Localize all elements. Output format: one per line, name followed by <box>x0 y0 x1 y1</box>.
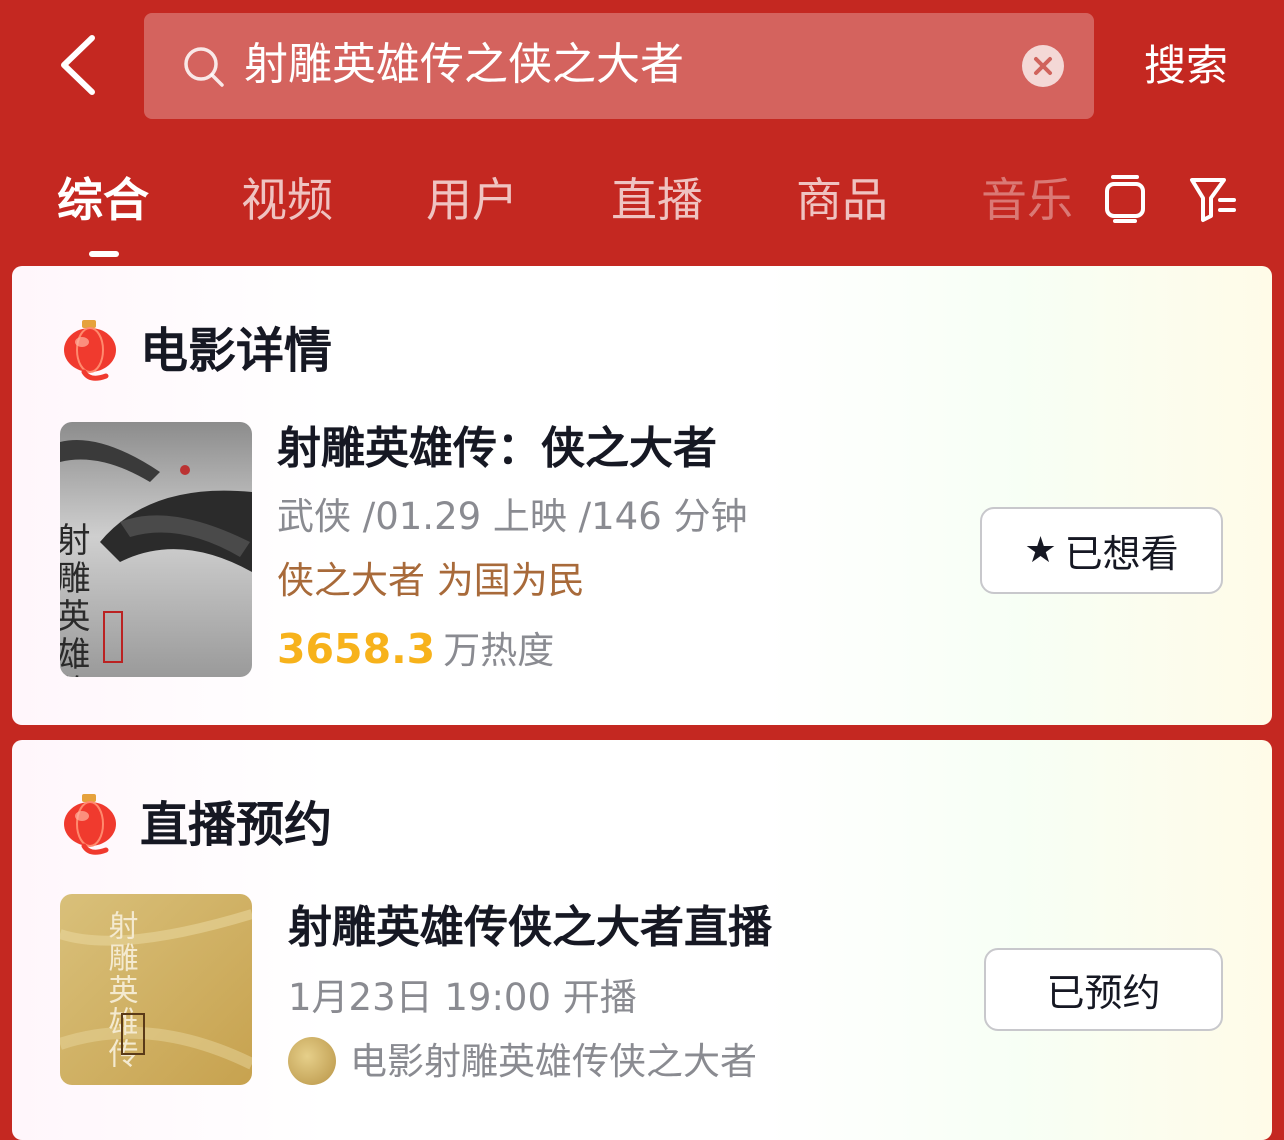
search-icon <box>184 47 224 87</box>
tab-music[interactable]: 音乐 <box>981 170 1073 230</box>
tab-video[interactable]: 视频 <box>241 170 333 230</box>
movie-poster[interactable]: 射雕英雄传 <box>60 422 252 677</box>
movie-meta: 武侠 /01.29 上映 /146 分钟 <box>277 495 748 538</box>
active-tab-indicator <box>89 251 119 257</box>
want-to-watch-button[interactable]: ★ 已想看 <box>980 507 1223 594</box>
back-arrow-icon[interactable] <box>52 30 112 100</box>
search-button[interactable]: 搜索 <box>1144 38 1228 94</box>
section-title: 直播预约 <box>140 797 333 853</box>
search-query-text: 射雕英雄传之侠之大者 <box>244 39 684 90</box>
section-title: 电影详情 <box>140 323 333 379</box>
lantern-icon <box>64 320 116 381</box>
search-input[interactable]: 射雕英雄传之侠之大者 <box>144 13 1094 119</box>
stack-icon[interactable] <box>1100 172 1150 224</box>
movie-heat: 3658.3 万热度 <box>277 624 554 683</box>
tab-users[interactable]: 用户 <box>426 170 518 230</box>
live-cover[interactable]: 射雕英雄传 <box>60 894 252 1085</box>
star-icon: ★ <box>1024 530 1057 571</box>
lantern-icon <box>64 794 116 855</box>
poster-calligraphy: 射雕英雄传 <box>60 522 90 677</box>
heat-value: 3658.3 <box>277 625 436 673</box>
movie-title[interactable]: 射雕英雄传：侠之大者 <box>277 421 717 477</box>
clear-search-icon[interactable] <box>1022 45 1064 87</box>
tab-live[interactable]: 直播 <box>611 170 703 230</box>
want-to-watch-label: 已想看 <box>1064 532 1179 576</box>
movie-detail-card[interactable]: 电影详情 射雕英雄传 射雕英雄传：侠之大者 武侠 /01.29 上映 /146 … <box>12 266 1272 725</box>
search-tabs: 综合 视频 用户 直播 商品 音乐 <box>0 150 1284 260</box>
cover-calligraphy: 射雕英雄传 <box>103 910 139 1070</box>
live-time: 1月23日 19:00 开播 <box>288 976 637 1019</box>
top-bar: 射雕英雄传之侠之大者 搜索 <box>0 0 1284 135</box>
heat-unit: 万热度 <box>443 629 555 672</box>
live-channel[interactable]: 电影射雕英雄传侠之大者 <box>288 1036 757 1088</box>
tab-comprehensive[interactable]: 综合 <box>57 170 149 230</box>
reserved-button[interactable]: 已预约 <box>984 948 1223 1031</box>
channel-avatar <box>288 1036 336 1085</box>
live-title[interactable]: 射雕英雄传侠之大者直播 <box>288 900 772 956</box>
live-reservation-card[interactable]: 直播预约 射雕英雄传 射雕英雄传侠之大者直播 1月23日 19:00 开播 电影… <box>12 740 1272 1140</box>
filter-icon[interactable] <box>1188 172 1238 224</box>
channel-name: 电影射雕英雄传侠之大者 <box>350 1040 757 1083</box>
movie-slogan: 侠之大者 为国为民 <box>277 559 585 602</box>
tab-products[interactable]: 商品 <box>796 170 888 230</box>
